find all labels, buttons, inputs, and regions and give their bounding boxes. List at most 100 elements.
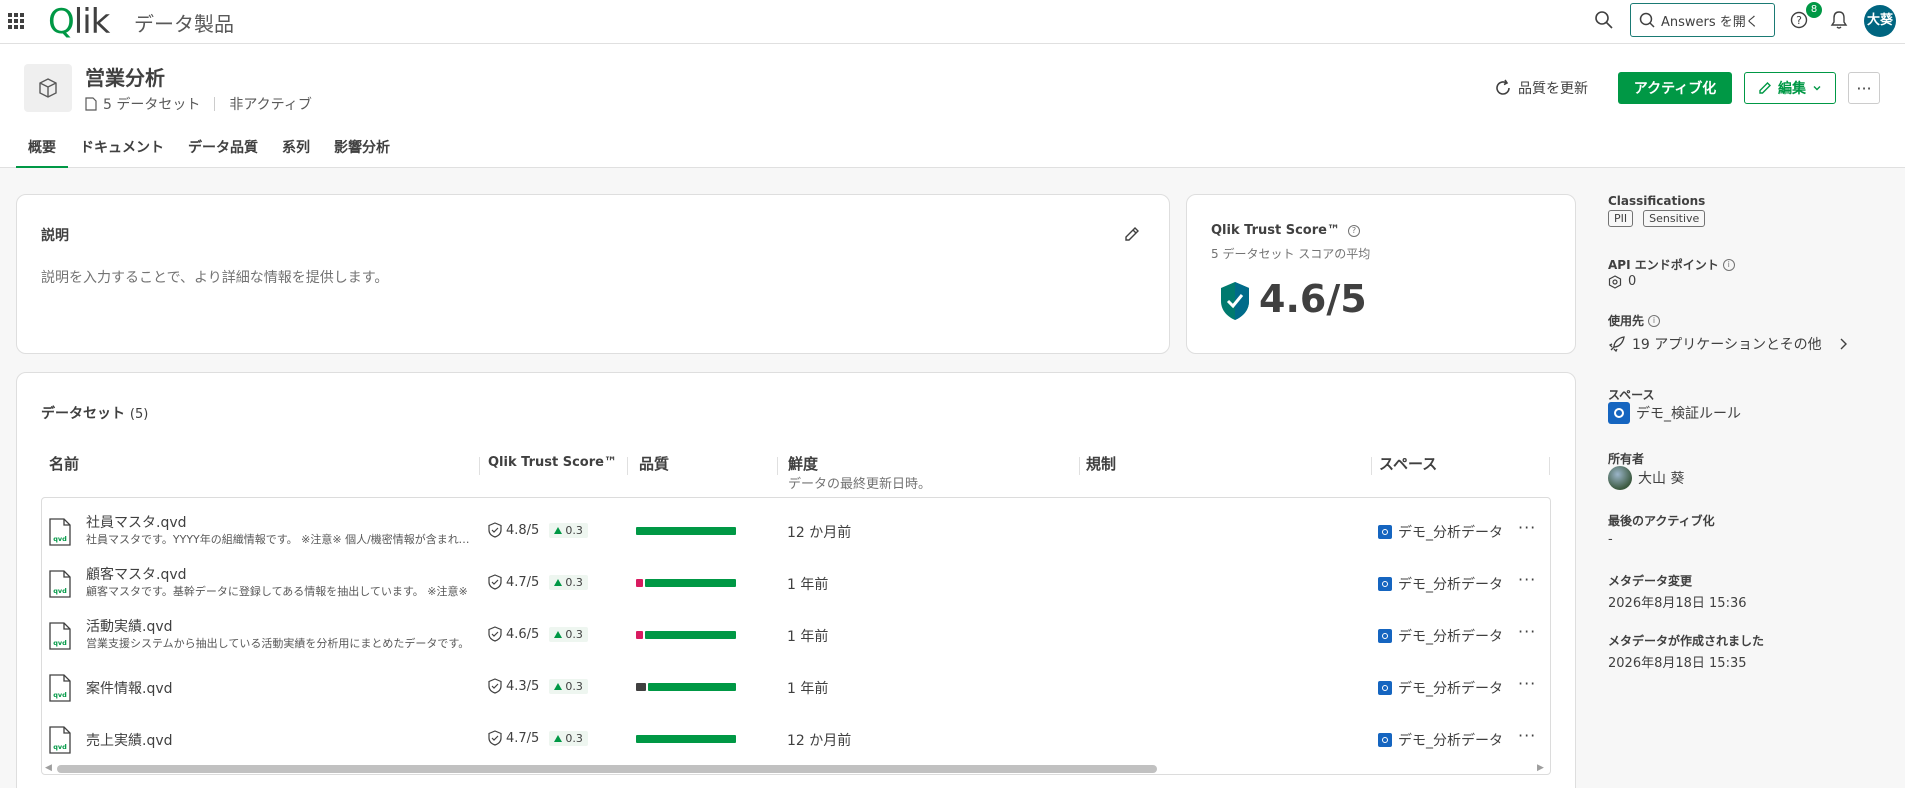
column-divider[interactable] (627, 457, 628, 475)
classification-chip[interactable]: Sensitive (1643, 210, 1706, 227)
scrollbar-thumb[interactable] (57, 765, 1157, 773)
classification-chip[interactable]: PII (1608, 210, 1634, 227)
trust-delta-badge: 0.3 (549, 730, 588, 746)
datasets-title: データセット (5) (41, 403, 148, 423)
col-header-freshness[interactable]: 鮮度 (788, 453, 818, 474)
dataset-name[interactable]: 活動実績.qvd (86, 616, 173, 636)
tab-lineage[interactable]: 系列 (270, 136, 322, 168)
quality-bar[interactable] (636, 631, 736, 639)
trust-delta: 0.3 (565, 523, 583, 537)
help-circle-icon[interactable]: ? (1347, 224, 1360, 237)
table-row[interactable]: qvd 社員マスタ.qvd 社員マスタです。YYYY年の組織情報です。 ※注意※ 個… (42, 504, 1550, 556)
shield-check-icon (488, 730, 502, 746)
dataset-name[interactable]: 案件情報.qvd (86, 678, 173, 698)
row-more-button[interactable]: ··· (1518, 674, 1536, 693)
col-header-trust[interactable]: Qlik Trust Score™ (488, 455, 617, 470)
svg-text:qvd: qvd (53, 639, 67, 647)
space-cell[interactable]: デモ_分析データ (1378, 678, 1503, 698)
col-header-name[interactable]: 名前 (49, 453, 79, 474)
shield-check-icon (488, 678, 502, 694)
tab-data-quality[interactable]: データ品質 (176, 136, 270, 168)
user-avatar[interactable]: 大葵 (1864, 5, 1896, 37)
table-row[interactable]: qvd 案件情報.qvd 4.3/5 0.3 1 年前 デモ_分析データ ··· (42, 660, 1550, 712)
edit-description-icon[interactable] (1123, 225, 1141, 243)
space-cell[interactable]: デモ_分析データ (1378, 574, 1503, 594)
quality-bar[interactable] (636, 735, 736, 743)
qlik-logo[interactable]: Qlik (48, 2, 110, 42)
info-icon[interactable]: i (1648, 314, 1661, 327)
tab-overview[interactable]: 概要 (16, 136, 68, 168)
owner-avatar (1608, 466, 1632, 490)
col-header-regulation[interactable]: 規制 (1086, 453, 1116, 474)
row-more-button[interactable]: ··· (1518, 726, 1536, 745)
col-header-space[interactable]: スペース (1379, 453, 1437, 474)
horizontal-scrollbar[interactable]: ◀ ▶ (41, 761, 1551, 773)
edit-button[interactable]: 編集 (1744, 72, 1836, 104)
api-endpoint-count: 0 (1628, 274, 1637, 289)
trust-score: 4.8/5 (506, 522, 540, 538)
datasets-count: (5) (129, 407, 149, 422)
trust-delta: 0.3 (565, 627, 583, 641)
more-options-button[interactable]: ··· (1848, 72, 1880, 104)
tab-documents[interactable]: ドキュメント (68, 136, 176, 168)
answers-label: Answers を開く (1661, 14, 1759, 30)
table-row[interactable]: qvd 顧客マスタ.qvd 顧客マスタです。基幹データに登録してある情報を抽出してい… (42, 556, 1550, 608)
quality-bar[interactable] (636, 527, 736, 535)
scroll-left-icon[interactable]: ◀ (45, 763, 52, 773)
description-placeholder[interactable]: 説明を入力することで、より詳細な情報を提供します。 (41, 267, 388, 287)
chevron-right-icon (1840, 338, 1847, 350)
dataset-name[interactable]: 社員マスタ.qvd (86, 512, 187, 532)
quality-segment (644, 631, 736, 639)
bell-icon[interactable] (1830, 10, 1848, 30)
trust-score-cell: 4.3/5 0.3 (488, 678, 588, 694)
metadata-created-label: メタデータが作成されました (1608, 634, 1765, 648)
scroll-right-icon[interactable]: ▶ (1537, 763, 1544, 773)
activate-button[interactable]: アクティブ化 (1618, 72, 1732, 104)
space-cell[interactable]: デモ_分析データ (1378, 626, 1503, 646)
open-answers-button[interactable]: Answers を開く (1630, 3, 1775, 37)
column-divider[interactable] (1371, 457, 1372, 475)
trust-delta: 0.3 (565, 731, 583, 745)
space-name: デモ_分析データ (1398, 733, 1503, 749)
col-header-quality[interactable]: 品質 (639, 453, 669, 474)
top-bar: Qlik データ製品 Answers を開く ? 8 大葵 (0, 0, 1905, 44)
column-divider[interactable] (1079, 457, 1080, 475)
info-icon[interactable]: i (1722, 258, 1735, 271)
column-divider[interactable] (479, 457, 480, 475)
qvd-file-icon: qvd (49, 622, 71, 650)
app-launcher-icon[interactable] (8, 13, 24, 29)
quality-bar[interactable] (636, 579, 736, 587)
space-link[interactable]: デモ_検証ルール (1608, 402, 1741, 424)
usage-link[interactable]: 19 アプリケーションとその他 (1608, 334, 1850, 354)
dataset-name[interactable]: 売上実績.qvd (86, 730, 173, 750)
table-row[interactable]: qvd 売上実績.qvd 4.7/5 0.3 12 か月前 デモ_分析データ ··· (42, 712, 1550, 764)
trust-score-cell: 4.6/5 0.3 (488, 626, 588, 642)
api-endpoint-value: 0 (1608, 274, 1636, 289)
table-row[interactable]: qvd 活動実績.qvd 営業支援システムから抽出している活動実績を分析用にまとめた… (42, 608, 1550, 660)
refresh-quality-button[interactable]: 品質を更新 (1494, 78, 1588, 98)
quality-bar[interactable] (636, 683, 736, 691)
trust-score-subtitle: 5 データセット スコアの平均 (1211, 247, 1371, 261)
help-icon[interactable]: ? (1790, 11, 1808, 29)
usage-label-text: 使用先 (1608, 314, 1645, 328)
search-icon[interactable] (1594, 10, 1614, 30)
space-icon (1378, 681, 1392, 695)
space-icon (1608, 402, 1630, 424)
row-more-button[interactable]: ··· (1518, 518, 1536, 537)
space-name: デモ_分析データ (1398, 525, 1503, 541)
notification-badge: 8 (1806, 2, 1822, 18)
row-more-button[interactable]: ··· (1518, 622, 1536, 641)
space-icon (1378, 733, 1392, 747)
owner-label: 所有者 (1608, 452, 1645, 466)
tab-impact-analysis[interactable]: 影響分析 (322, 136, 402, 168)
space-cell[interactable]: デモ_分析データ (1378, 730, 1503, 750)
trust-delta-badge: 0.3 (549, 574, 588, 590)
trust-score-value: 4.6/5 (1259, 277, 1367, 321)
row-more-button[interactable]: ··· (1518, 570, 1536, 589)
column-divider[interactable] (1549, 457, 1550, 475)
dataset-name[interactable]: 顧客マスタ.qvd (86, 564, 187, 584)
column-divider[interactable] (777, 457, 778, 475)
space-cell[interactable]: デモ_分析データ (1378, 522, 1503, 542)
dataset-description: 社員マスタです。YYYY年の組織情報です。 ※注意※ 個人/機密情報が含まれてい… (86, 533, 478, 546)
trust-delta: 0.3 (565, 575, 583, 589)
